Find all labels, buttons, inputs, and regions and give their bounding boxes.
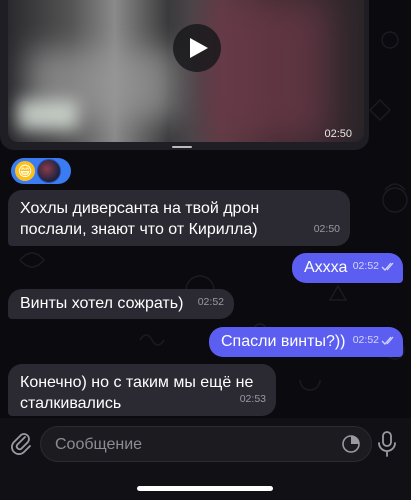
- message-bubble-incoming[interactable]: Винты хотел сожрать) 02:52: [8, 289, 234, 319]
- reactions-pill[interactable]: 😁: [11, 158, 71, 184]
- message-time: 02:53: [239, 393, 266, 405]
- play-button[interactable]: [173, 24, 221, 72]
- message-time: 02:52: [353, 330, 395, 351]
- double-check-icon: [381, 336, 394, 345]
- media-scroll-indicator: [172, 146, 192, 148]
- reaction-avatar: [37, 159, 61, 183]
- message-time: 02:52: [197, 296, 224, 308]
- message-text: Винты хотел сожрать): [20, 295, 184, 312]
- paperclip-icon[interactable]: [8, 430, 34, 456]
- message-input-wrapper[interactable]: [40, 426, 372, 463]
- message-composer: [0, 418, 411, 500]
- microphone-icon[interactable]: [375, 430, 399, 458]
- message-time: 02:50: [313, 223, 340, 235]
- video-thumbnail[interactable]: 02:50: [8, 0, 364, 142]
- video-message[interactable]: 02:50: [0, 0, 369, 150]
- message-text: Аххха: [304, 259, 348, 276]
- grinning-face-emoji: 😁: [15, 161, 35, 181]
- message-bubble-outgoing[interactable]: Спасли винты?)) 02:52: [209, 327, 403, 357]
- message-text: Конечно) но с таким мы ещё не сталкивали…: [20, 374, 254, 412]
- message-bubble-outgoing[interactable]: Аххха 02:52: [292, 253, 403, 283]
- message-bubble-incoming[interactable]: Хохлы диверсанта на твой дрон послали, з…: [8, 190, 350, 246]
- message-text: Хохлы диверсанта на твой дрон послали, з…: [20, 200, 260, 238]
- double-check-icon: [381, 262, 394, 271]
- message-bubble-incoming[interactable]: Конечно) но с таким мы ещё не сталкивали…: [8, 364, 276, 416]
- play-icon: [190, 38, 208, 58]
- message-text: Спасли винты?)): [221, 333, 346, 350]
- message-input[interactable]: [53, 427, 337, 463]
- video-duration: 02:50: [324, 128, 352, 140]
- home-indicator: [137, 486, 273, 491]
- message-time: 02:52: [353, 256, 395, 277]
- sticker-icon[interactable]: [341, 434, 361, 454]
